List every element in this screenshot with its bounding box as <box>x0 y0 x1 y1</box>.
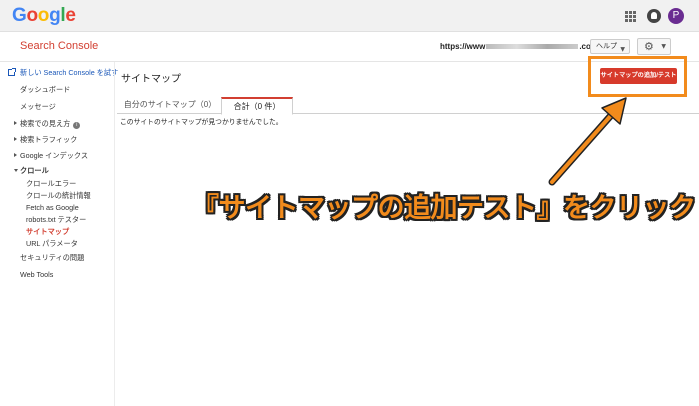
annotation-callout: 『サイトマップの追加テスト』をクリック <box>192 193 696 224</box>
